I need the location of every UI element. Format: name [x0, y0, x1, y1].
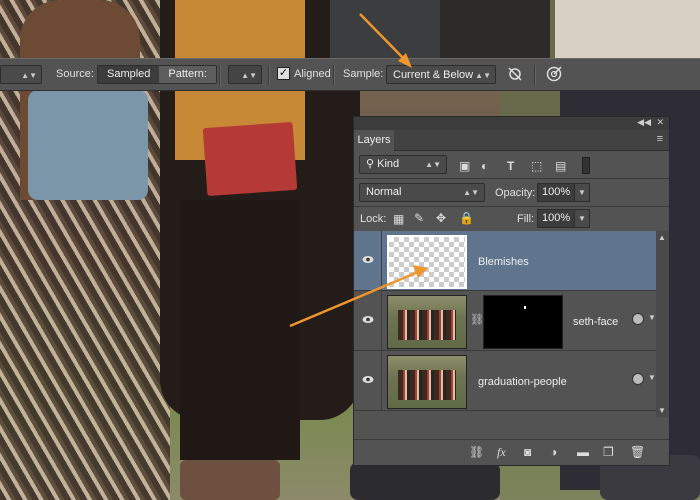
annotation-arrow-sample [359, 13, 412, 68]
annotation-arrows [289, 13, 428, 328]
annotation-arrow-blemishes [289, 265, 428, 328]
